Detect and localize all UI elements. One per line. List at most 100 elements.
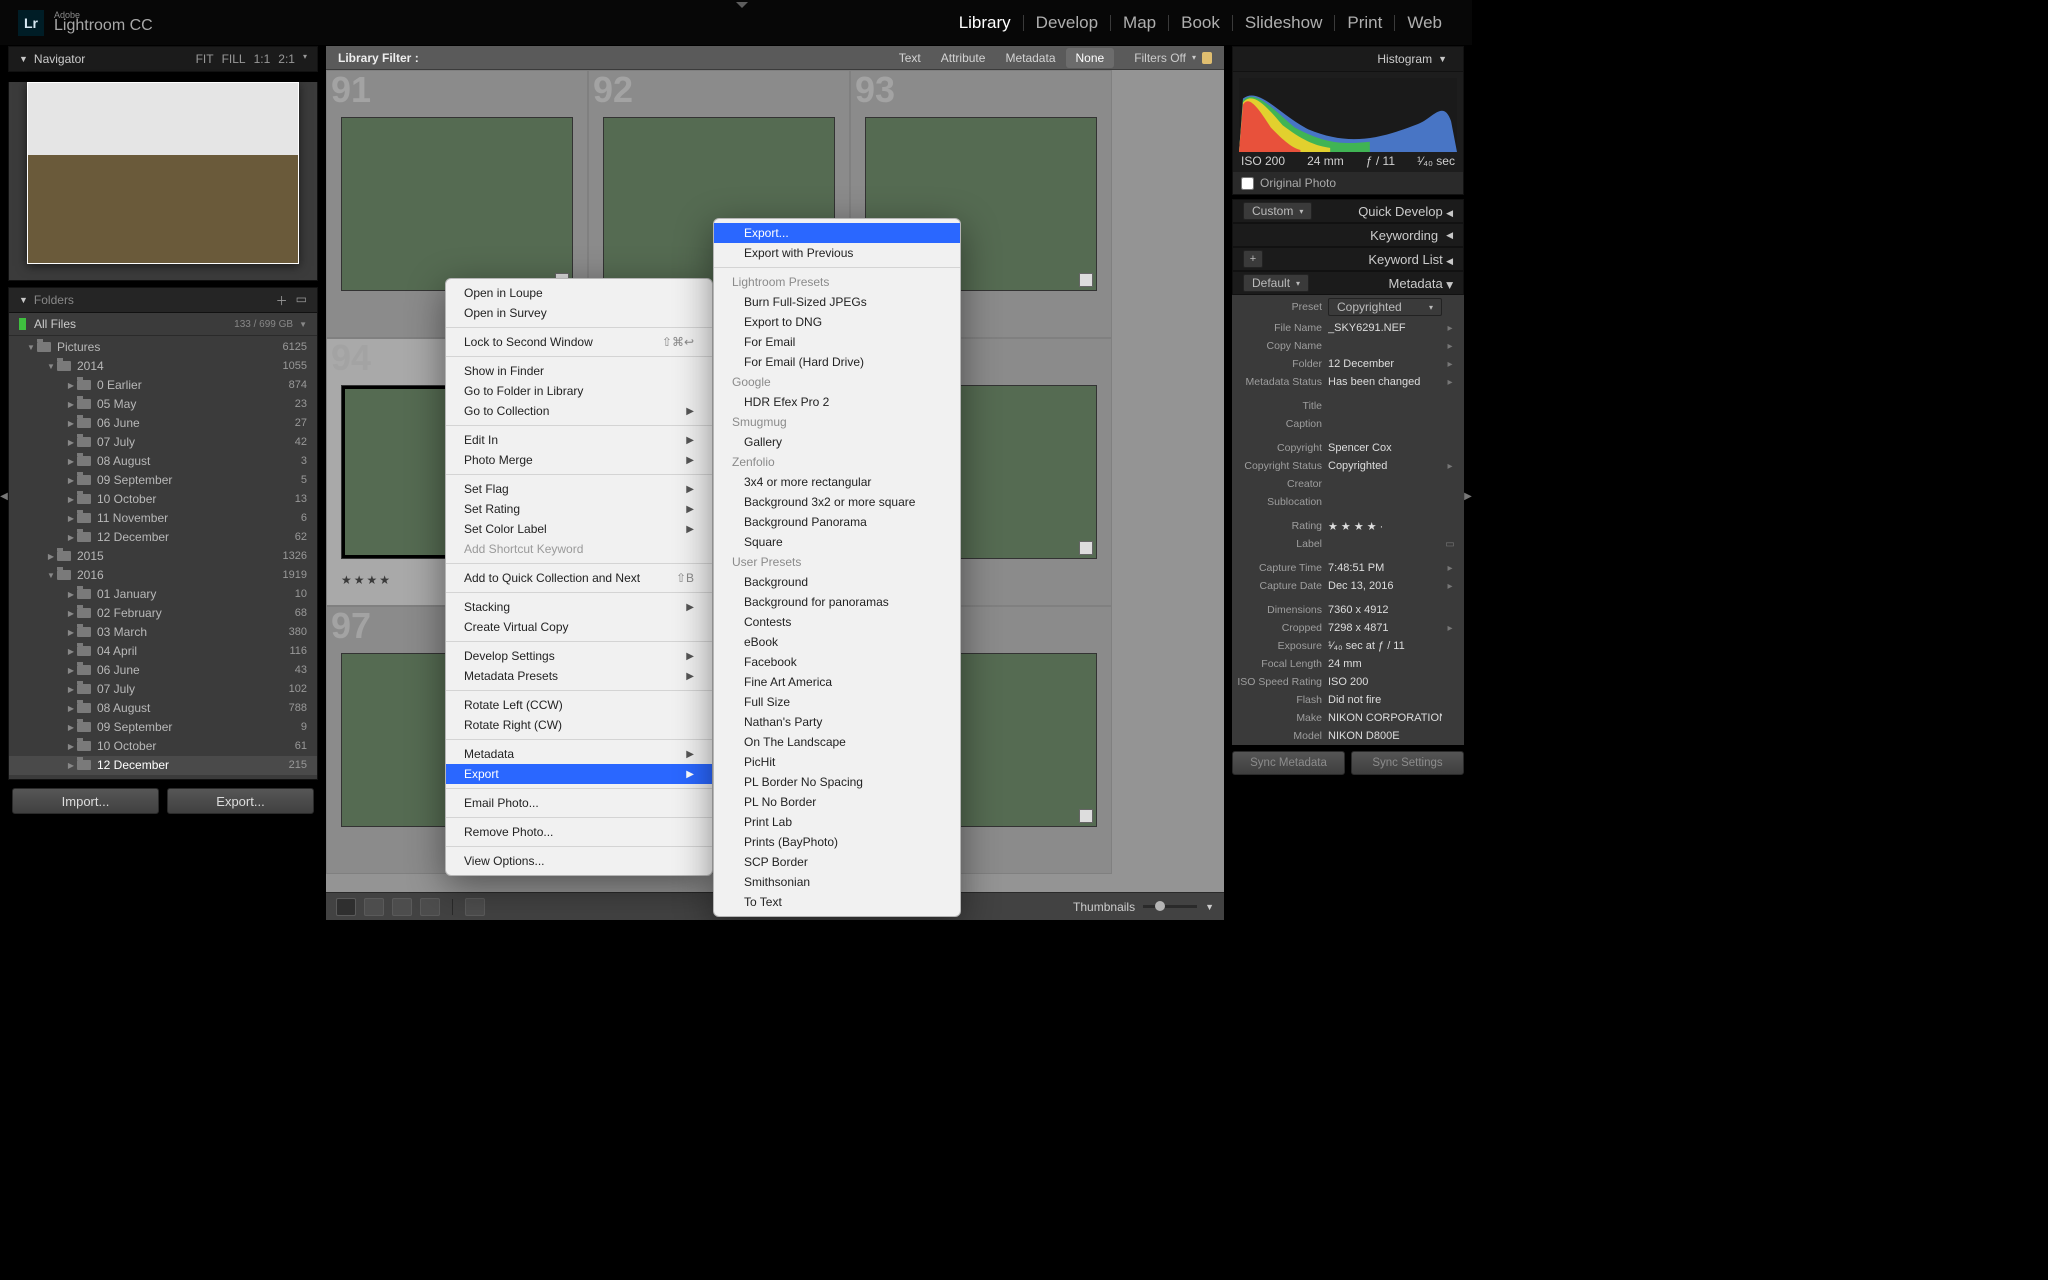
- folder-row[interactable]: ▶08 August788: [9, 699, 317, 718]
- metadata-value[interactable]: NIKON D800E: [1328, 730, 1442, 742]
- thumbnail-size-slider[interactable]: [1143, 905, 1197, 908]
- folder-row[interactable]: ▶01 January10: [9, 585, 317, 604]
- metadata-value[interactable]: Dec 13, 2016: [1328, 580, 1442, 592]
- disclosure-icon[interactable]: ▶: [65, 495, 77, 504]
- menu-item[interactable]: PL Border No Spacing: [714, 772, 960, 792]
- menu-item[interactable]: Set Flag▶: [446, 479, 712, 499]
- menu-item[interactable]: Rotate Left (CCW): [446, 695, 712, 715]
- metadata-title[interactable]: Metadata: [1389, 276, 1443, 291]
- thumbnail-badge-icon[interactable]: [1079, 809, 1093, 823]
- loupe-view-button[interactable]: [364, 898, 384, 916]
- disclosure-icon[interactable]: ▼: [25, 343, 37, 352]
- menu-item[interactable]: Lock to Second Window⇧⌘↩: [446, 332, 712, 352]
- folder-row[interactable]: ▶12 December215: [9, 756, 317, 775]
- menu-item[interactable]: Print Lab: [714, 812, 960, 832]
- metadata-value[interactable]: 7298 x 4871: [1328, 622, 1442, 634]
- disclosure-icon[interactable]: ▶: [65, 704, 77, 713]
- folder-row[interactable]: ▶09 September9: [9, 718, 317, 737]
- folder-row[interactable]: ▶05 May23: [9, 395, 317, 414]
- folder-row[interactable]: ▶10 October13: [9, 490, 317, 509]
- filter-lock-icon[interactable]: [1202, 52, 1212, 64]
- metadata-go-icon[interactable]: ▸: [1442, 461, 1458, 472]
- menu-item[interactable]: To Text: [714, 892, 960, 912]
- folder-row[interactable]: ▶09 September5: [9, 471, 317, 490]
- export-button[interactable]: Export...: [167, 788, 314, 814]
- menu-item[interactable]: Gallery: [714, 432, 960, 452]
- survey-view-button[interactable]: [420, 898, 440, 916]
- navigator-preview[interactable]: [27, 82, 299, 264]
- nav-mode-2:1[interactable]: 2:1: [278, 52, 295, 66]
- metadata-go-icon[interactable]: ▸: [1442, 323, 1458, 334]
- menu-item[interactable]: View Options...: [446, 851, 712, 871]
- disclosure-icon[interactable]: ▶: [65, 457, 77, 466]
- module-map[interactable]: Map: [1111, 13, 1168, 33]
- menu-item[interactable]: Full Size: [714, 692, 960, 712]
- folder-row[interactable]: ▶06 June43: [9, 661, 317, 680]
- quick-develop-preset[interactable]: Custom▾: [1243, 202, 1312, 220]
- menu-item[interactable]: Show in Finder: [446, 361, 712, 381]
- disclosure-icon[interactable]: ▼: [45, 362, 57, 371]
- disclosure-icon[interactable]: ▶: [65, 685, 77, 694]
- folder-row[interactable]: ▶0 Earlier874: [9, 376, 317, 395]
- metadata-go-icon[interactable]: ▸: [1442, 377, 1458, 388]
- menu-item[interactable]: Set Color Label▶: [446, 519, 712, 539]
- disclosure-icon[interactable]: ▶: [65, 761, 77, 770]
- menu-item[interactable]: Develop Settings▶: [446, 646, 712, 666]
- compare-view-button[interactable]: [392, 898, 412, 916]
- metadata-value[interactable]: 12 December: [1328, 358, 1442, 370]
- disclosure-icon[interactable]: ▼: [45, 571, 57, 580]
- import-button[interactable]: Import...: [12, 788, 159, 814]
- nav-mode-1:1[interactable]: 1:1: [254, 52, 271, 66]
- metadata-value[interactable]: Did not fire: [1328, 694, 1442, 706]
- thumbnail-badge-icon[interactable]: [1079, 273, 1093, 287]
- filters-off-label[interactable]: Filters Off: [1134, 51, 1186, 65]
- menu-item[interactable]: Go to Folder in Library: [446, 381, 712, 401]
- thumbnail[interactable]: [341, 117, 573, 291]
- menu-item[interactable]: Go to Collection▶: [446, 401, 712, 421]
- disclosure-icon[interactable]: ▶: [65, 723, 77, 732]
- menu-item[interactable]: SCP Border: [714, 852, 960, 872]
- folder-row[interactable]: ▶20151326: [9, 547, 317, 566]
- folder-row[interactable]: ▼Pictures6125: [9, 338, 317, 357]
- disclosure-icon[interactable]: ▶: [65, 647, 77, 656]
- menu-item[interactable]: Background for panoramas: [714, 592, 960, 612]
- folders-header[interactable]: ▼ Folders ＋▭: [8, 287, 318, 313]
- folder-row[interactable]: ▼20161919: [9, 566, 317, 585]
- metadata-go-icon[interactable]: ▭: [1442, 539, 1458, 550]
- menu-item[interactable]: Set Rating▶: [446, 499, 712, 519]
- menu-item[interactable]: Open in Survey: [446, 303, 712, 323]
- folder-row[interactable]: ▶06 June27: [9, 414, 317, 433]
- folder-row[interactable]: ▶08 August3: [9, 452, 317, 471]
- folder-row[interactable]: ▶04 April116: [9, 642, 317, 661]
- menu-item[interactable]: Smithsonian: [714, 872, 960, 892]
- metadata-go-icon[interactable]: ▸: [1442, 623, 1458, 634]
- quick-develop-title[interactable]: Quick Develop: [1358, 204, 1443, 219]
- painter-tool-button[interactable]: [465, 898, 485, 916]
- menu-item[interactable]: On The Landscape: [714, 732, 960, 752]
- disclosure-icon[interactable]: ▶: [65, 476, 77, 485]
- menu-item[interactable]: Export...: [714, 223, 960, 243]
- keyword-list-title[interactable]: Keyword List: [1368, 252, 1442, 267]
- sync-settings-button[interactable]: Sync Settings: [1351, 751, 1464, 775]
- metadata-value[interactable]: 7360 x 4912: [1328, 604, 1442, 616]
- menu-item[interactable]: For Email (Hard Drive): [714, 352, 960, 372]
- folder-row[interactable]: ▶07 July102: [9, 680, 317, 699]
- disclosure-icon[interactable]: ▶: [65, 419, 77, 428]
- menu-item[interactable]: Background Panorama: [714, 512, 960, 532]
- menu-item[interactable]: Export with Previous: [714, 243, 960, 263]
- menu-item[interactable]: Edit In▶: [446, 430, 712, 450]
- metadata-value[interactable]: ISO 200: [1328, 676, 1442, 688]
- menu-item[interactable]: Remove Photo...: [446, 822, 712, 842]
- metadata-value[interactable]: Spencer Cox: [1328, 442, 1442, 454]
- menu-item[interactable]: Export▶: [446, 764, 712, 784]
- original-photo-checkbox[interactable]: [1241, 177, 1254, 190]
- folder-row[interactable]: ▶10 October61: [9, 737, 317, 756]
- metadata-preset-dropdown[interactable]: Copyrighted▾: [1328, 298, 1442, 316]
- folder-row[interactable]: ▶03 March380: [9, 623, 317, 642]
- disclosure-icon[interactable]: ▶: [65, 609, 77, 618]
- disclosure-icon[interactable]: ▶: [65, 590, 77, 599]
- disclosure-icon[interactable]: ▶: [65, 438, 77, 447]
- metadata-value[interactable]: 24 mm: [1328, 658, 1442, 670]
- histogram-header[interactable]: Histogram ▼: [1232, 46, 1464, 72]
- rating-stars[interactable]: ★ ★ ★ ★ ·: [1328, 520, 1442, 533]
